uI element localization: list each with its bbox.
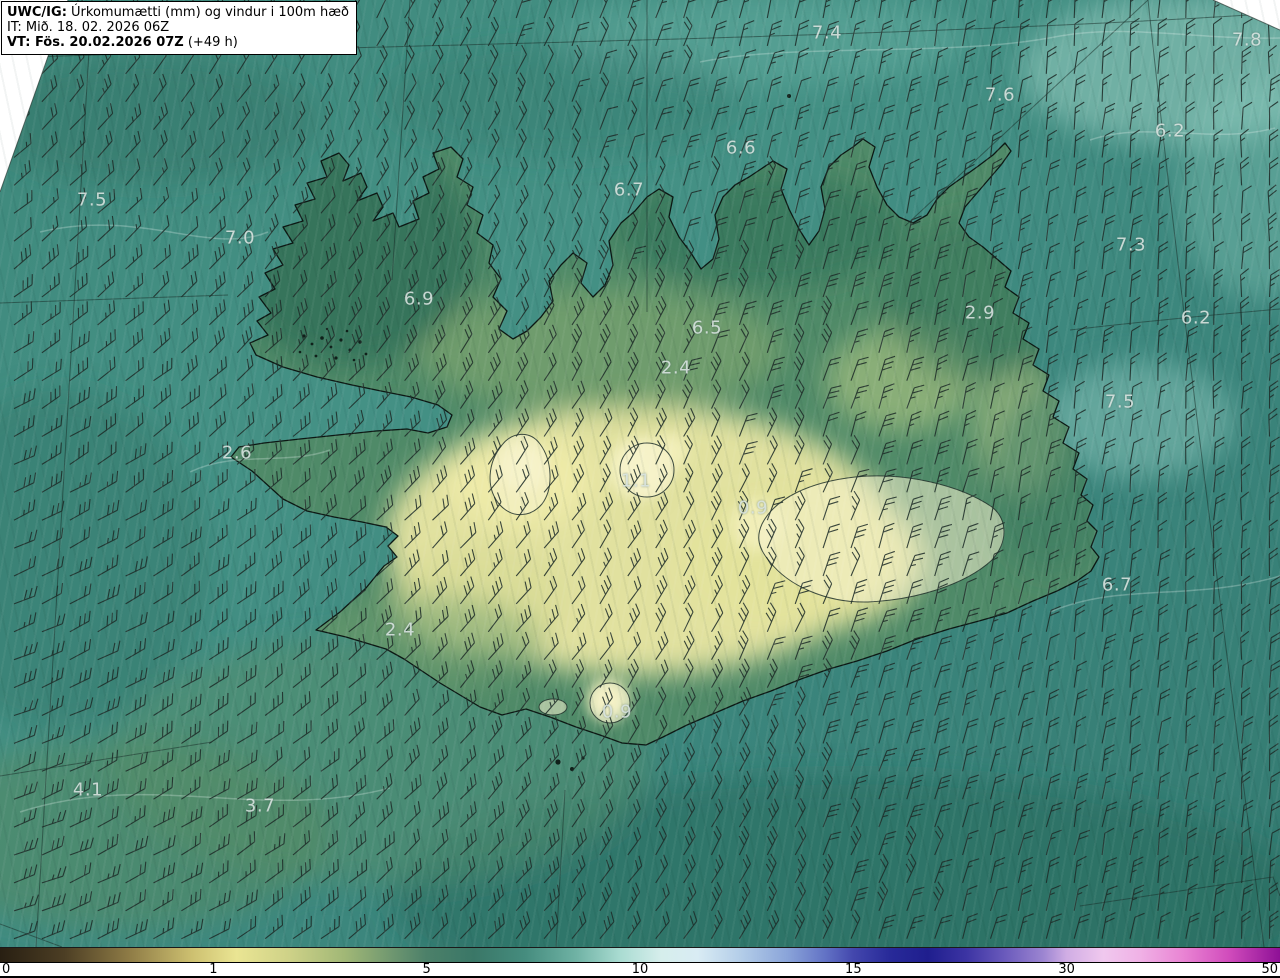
colorbar-tick-row: 0 1 5 10 15 30 50 <box>0 962 1280 978</box>
colorbar-tick: 0 <box>2 962 11 977</box>
map-canvas <box>0 0 1280 947</box>
colorbar-gradient-strip <box>0 947 1280 962</box>
title-line-init: IT: Mið. 18. 02. 2026 06Z <box>7 20 170 35</box>
colorbar-tick: 15 <box>845 962 862 977</box>
colorbar-tick: 1 <box>209 962 218 977</box>
colorbar-tick: 10 <box>631 962 649 977</box>
precipitation-colorbar: 0 1 5 10 15 30 50 <box>0 947 1280 978</box>
product-label: UWC/IG: <box>7 5 67 20</box>
weather-map: 7.4 7.8 7.6 6.2 6.6 6.7 7.5 7.0 7.3 6.9 2.9 6.2 6.5 2… <box>0 0 1280 947</box>
colorbar-tick: 50 <box>1261 962 1278 977</box>
weather-map-page: { "header": { "product_label": "UWC/IG:"… <box>0 0 1280 978</box>
colorbar-tick: 30 <box>1058 962 1075 977</box>
title-box: UWC/IG: Úrkomumætti (mm) og vindur i 100… <box>1 1 357 55</box>
colorbar-tick: 5 <box>422 962 431 977</box>
title-line-valid: VT: Fös. 20.02.2026 07Z (+49 h) <box>7 35 238 50</box>
title-line-product: UWC/IG: Úrkomumætti (mm) og vindur i 100… <box>7 5 349 20</box>
